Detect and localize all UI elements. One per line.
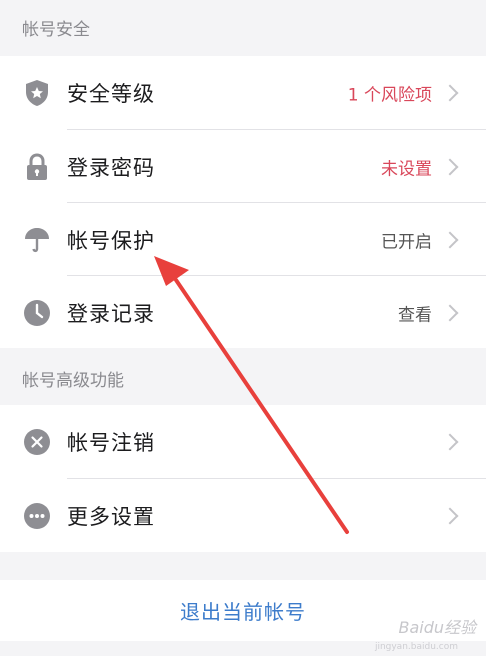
records-view-value: 查看 xyxy=(398,305,432,325)
row-account-cancel[interactable]: 帐号注销 xyxy=(0,405,486,478)
watermark-logo: Baidu经验 xyxy=(398,618,476,637)
shield-star-icon xyxy=(22,78,52,108)
section-header-account-advanced: 帐号高级功能 xyxy=(22,371,124,391)
chevron-right-icon xyxy=(441,158,459,175)
chevron-right-icon xyxy=(441,433,459,450)
section-header-account-security: 帐号安全 xyxy=(22,20,90,40)
password-status-value: 未设置 xyxy=(381,159,432,179)
more-dots-icon xyxy=(22,501,52,531)
account-advanced-group: 帐号注销 更多设置 xyxy=(0,405,486,552)
row-label: 更多设置 xyxy=(67,504,155,529)
row-label: 登录密码 xyxy=(67,155,155,180)
chevron-right-icon xyxy=(441,231,459,248)
row-label: 安全等级 xyxy=(67,81,155,106)
row-label: 帐号保护 xyxy=(67,228,155,253)
risk-count-value: 1 个风险项 xyxy=(347,85,432,105)
row-more-settings[interactable]: 更多设置 xyxy=(0,479,486,552)
row-login-records[interactable]: 登录记录 查看 xyxy=(0,276,486,349)
umbrella-icon xyxy=(22,225,52,255)
chevron-right-icon xyxy=(441,84,459,101)
row-login-password[interactable]: 登录密码 未设置 xyxy=(0,130,486,203)
logout-label: 退出当前帐号 xyxy=(180,600,306,624)
clock-icon xyxy=(22,298,52,328)
chevron-right-icon xyxy=(441,304,459,321)
close-circle-icon xyxy=(22,427,52,457)
watermark-url: jingyan.baidu.com xyxy=(374,642,458,652)
chevron-right-icon xyxy=(441,507,459,524)
lock-icon xyxy=(22,152,52,182)
account-security-group: 安全等级 1 个风险项 登录密码 未设置 帐号保护 已开启 登录记录 查看 xyxy=(0,56,486,348)
protection-status-value: 已开启 xyxy=(381,232,432,252)
row-account-protection[interactable]: 帐号保护 已开启 xyxy=(0,203,486,276)
row-label: 帐号注销 xyxy=(67,430,155,455)
row-label: 登录记录 xyxy=(67,301,155,326)
row-security-level[interactable]: 安全等级 1 个风险项 xyxy=(0,56,486,129)
